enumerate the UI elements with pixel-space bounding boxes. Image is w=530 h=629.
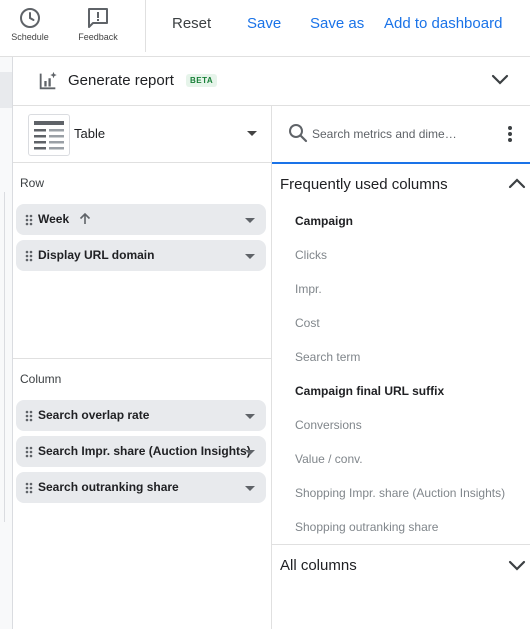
- table-thumbnail-icon: [28, 114, 70, 156]
- schedule-button[interactable]: Schedule: [5, 6, 55, 42]
- caret-down-icon: [247, 131, 257, 136]
- chevron-down-icon[interactable]: [508, 559, 526, 571]
- sort-ascending-icon[interactable]: [77, 211, 93, 227]
- column-option-campaign-final-url-suffix[interactable]: Campaign final URL suffix: [295, 384, 444, 398]
- gutter-divider: [0, 192, 5, 522]
- columns-panel: Frequently used columns Campaign Clicks …: [272, 106, 530, 629]
- report-builder-panel: Table Row Week Display URL domain Column…: [13, 106, 272, 629]
- drag-handle-icon[interactable]: [25, 446, 33, 458]
- caret-down-icon[interactable]: [245, 218, 255, 223]
- feedback-label: Feedback: [78, 32, 118, 42]
- column-option-cost[interactable]: Cost: [295, 316, 320, 330]
- column-search-bar: [272, 106, 530, 164]
- caret-down-icon[interactable]: [245, 486, 255, 491]
- generate-report-title: Generate report: [68, 72, 174, 89]
- caret-down-icon[interactable]: [245, 254, 255, 259]
- all-columns-header[interactable]: All columns: [272, 544, 530, 585]
- search-icon: [289, 124, 308, 143]
- save-as-button[interactable]: Save as: [310, 15, 364, 32]
- drag-handle-icon[interactable]: [25, 250, 33, 262]
- chip-label: Display URL domain: [38, 248, 155, 262]
- chip-label: Search Impr. share (Auction Insights): [38, 444, 251, 458]
- column-option-conversions[interactable]: Conversions: [295, 418, 362, 432]
- save-button[interactable]: Save: [247, 15, 281, 32]
- top-toolbar: Schedule Feedback Reset Save Save as Add…: [0, 0, 530, 57]
- column-option-search-term[interactable]: Search term: [295, 350, 360, 364]
- reset-button[interactable]: Reset: [172, 15, 211, 32]
- feedback-icon: [88, 8, 108, 28]
- column-option-clicks[interactable]: Clicks: [295, 248, 327, 262]
- left-gutter: [0, 57, 13, 629]
- insights-sparkle-icon: [39, 71, 57, 90]
- column-option-impr[interactable]: Impr.: [295, 282, 322, 296]
- column-option-value-per-conv[interactable]: Value / conv.: [295, 452, 363, 466]
- chevron-up-icon[interactable]: [508, 178, 526, 190]
- row-chip-display-url-domain[interactable]: Display URL domain: [16, 240, 266, 271]
- drag-handle-icon[interactable]: [25, 214, 33, 226]
- chip-label: Search outranking share: [38, 480, 179, 494]
- toolbar-divider: [145, 0, 146, 52]
- row-section-label: Row: [20, 176, 45, 190]
- drag-handle-icon[interactable]: [25, 410, 33, 422]
- visualization-label: Table: [74, 126, 106, 141]
- chip-label: Search overlap rate: [38, 408, 150, 422]
- column-section-label: Column: [20, 372, 62, 386]
- caret-down-icon[interactable]: [245, 450, 255, 455]
- generate-report-header[interactable]: Generate report BETA: [13, 57, 530, 106]
- chevron-down-icon[interactable]: [490, 73, 510, 87]
- visualization-selector[interactable]: Table: [13, 106, 271, 163]
- schedule-label: Schedule: [11, 32, 49, 42]
- column-option-shopping-impr-share[interactable]: Shopping Impr. share (Auction Insights): [295, 486, 505, 500]
- frequently-used-title: Frequently used columns: [280, 176, 448, 193]
- feedback-button[interactable]: Feedback: [73, 6, 123, 42]
- more-vert-icon[interactable]: [508, 126, 512, 142]
- column-chip-search-impr-share[interactable]: Search Impr. share (Auction Insights): [16, 436, 266, 467]
- section-divider: [13, 358, 271, 359]
- add-to-dashboard-button[interactable]: Add to dashboard: [384, 15, 502, 32]
- gutter-highlight: [0, 72, 12, 108]
- search-input[interactable]: [312, 124, 472, 144]
- column-chip-search-overlap-rate[interactable]: Search overlap rate: [16, 400, 266, 431]
- column-option-campaign[interactable]: Campaign: [295, 214, 353, 228]
- drag-handle-icon[interactable]: [25, 482, 33, 494]
- chip-label: Week: [38, 212, 70, 226]
- caret-down-icon[interactable]: [245, 414, 255, 419]
- column-chip-search-outranking-share[interactable]: Search outranking share: [16, 472, 266, 503]
- clock-icon: [20, 8, 40, 28]
- all-columns-title: All columns: [280, 557, 357, 574]
- frequently-used-header[interactable]: Frequently used columns: [272, 164, 530, 204]
- beta-badge: BETA: [186, 74, 218, 87]
- row-chip-week[interactable]: Week: [16, 204, 266, 235]
- column-option-shopping-outranking-share[interactable]: Shopping outranking share: [295, 520, 438, 534]
